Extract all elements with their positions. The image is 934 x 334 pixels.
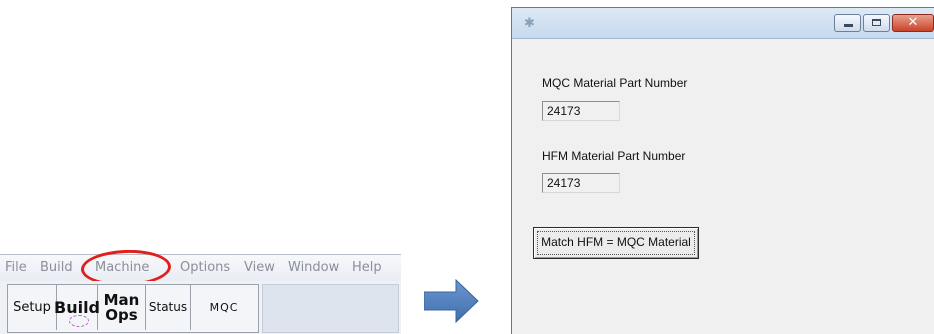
build-button-label: Build (54, 298, 101, 317)
mqc-button[interactable]: MQC (191, 285, 257, 330)
hfm-part-number-field[interactable]: 24173 (542, 173, 620, 193)
build-button[interactable]: Build (54, 285, 101, 330)
mqc-part-number-field[interactable]: 24173 (542, 101, 620, 121)
maximize-icon (872, 19, 881, 26)
menu-file[interactable]: File (5, 260, 27, 275)
setup-button[interactable]: Setup (8, 285, 57, 330)
setup-button-label: Setup (13, 300, 51, 315)
toolbar-empty-area (262, 284, 399, 333)
menu-help[interactable]: Help (352, 260, 382, 275)
menu-bar: File Build Machine Options View Window H… (0, 248, 401, 288)
man-ops-button-label: Man Ops (104, 292, 140, 324)
hfm-part-number-label: HFM Material Part Number (542, 149, 686, 163)
menu-options[interactable]: Options (180, 260, 230, 275)
status-button-label: Status (148, 300, 188, 314)
right-arrow-icon (424, 279, 479, 323)
app-icon: ✱ (524, 15, 535, 30)
mqc-button-label: MQC (209, 301, 239, 314)
minimize-icon (844, 24, 853, 27)
man-ops-button[interactable]: Man Ops (98, 285, 146, 330)
mqc-part-number-label: MQC Material Part Number (542, 76, 688, 90)
menu-view[interactable]: View (244, 260, 275, 275)
man-ops-line2: Ops (105, 305, 138, 324)
maximize-button[interactable] (863, 14, 890, 32)
toolbar: Setup Build Man Ops Status MQC (0, 281, 401, 334)
mqc-dialog-window: ✱ ✕ MQC Material Part Number 24173 HFM M… (511, 7, 934, 334)
toolbar-button-group: Setup Build Man Ops Status MQC (7, 284, 259, 333)
app-window-fragment: File Build Machine Options View Window H… (0, 248, 401, 334)
menu-build[interactable]: Build (40, 260, 73, 275)
close-icon: ✕ (907, 15, 919, 30)
close-button[interactable]: ✕ (892, 14, 934, 32)
menu-window[interactable]: Window (288, 260, 339, 275)
minimize-button[interactable] (834, 14, 861, 32)
title-bar[interactable]: ✱ ✕ (512, 8, 934, 39)
menu-machine[interactable]: Machine (95, 260, 149, 275)
status-button[interactable]: Status (146, 285, 191, 330)
build-decoration-icon (69, 315, 89, 327)
match-material-button-label: Match HFM = MQC Material (541, 235, 691, 249)
match-material-button[interactable]: Match HFM = MQC Material (533, 227, 699, 259)
